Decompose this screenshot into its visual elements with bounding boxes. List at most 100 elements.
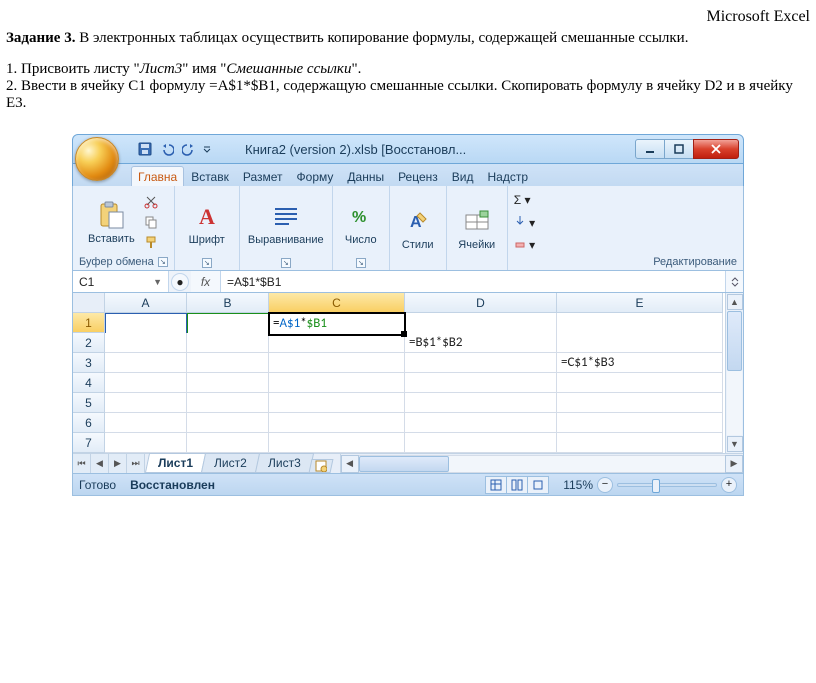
col-b[interactable]: B <box>187 293 269 313</box>
horizontal-scrollbar[interactable]: ◀ ▶ <box>340 454 743 473</box>
sheet-tab-2[interactable]: Лист2 <box>201 453 260 473</box>
copy-icon[interactable] <box>141 213 161 231</box>
cell-c4[interactable] <box>269 373 405 393</box>
qat-customize-icon[interactable] <box>201 139 213 159</box>
tab-review[interactable]: Реценз <box>391 166 445 186</box>
sheet-tab-3[interactable]: Лист3 <box>255 453 314 473</box>
col-c[interactable]: C <box>269 293 405 313</box>
cell-a6[interactable] <box>105 413 187 433</box>
hscroll-thumb[interactable] <box>359 456 449 472</box>
titlebar[interactable]: Книга2 (version 2).xlsb [Восстановл... <box>72 134 744 164</box>
cell-e4[interactable] <box>557 373 723 393</box>
tab-formulas[interactable]: Форму <box>290 166 341 186</box>
cell-a2[interactable] <box>105 333 187 353</box>
cell-d6[interactable] <box>405 413 557 433</box>
cell-c2[interactable] <box>269 333 405 353</box>
redo-icon[interactable] <box>179 139 199 159</box>
alignment-launcher[interactable]: ↘ <box>281 258 291 268</box>
cells-button[interactable]: Ячейки <box>453 205 501 251</box>
minimize-button[interactable] <box>635 139 665 159</box>
cell-d1[interactable] <box>405 313 557 335</box>
format-painter-icon[interactable] <box>141 233 161 251</box>
view-pagelayout-icon[interactable] <box>506 476 528 494</box>
namebox-fn-icon[interactable]: ● <box>171 273 189 291</box>
cell-e2[interactable] <box>557 333 723 353</box>
formula-input[interactable]: =A$1*$B1 <box>221 271 725 292</box>
tab-nav-prev-icon[interactable]: ◀ <box>91 454 109 473</box>
cell-b2[interactable] <box>187 333 269 353</box>
cell-b7[interactable] <box>187 433 269 453</box>
new-sheet-icon[interactable] <box>308 459 333 473</box>
styles-button[interactable]: A Стили <box>396 205 440 251</box>
col-d[interactable]: D <box>405 293 557 313</box>
tab-nav-first-icon[interactable]: ⏮ <box>73 454 91 473</box>
zoom-out-button[interactable]: − <box>597 477 613 493</box>
col-a[interactable]: A <box>105 293 187 313</box>
tab-nav-next-icon[interactable]: ▶ <box>109 454 127 473</box>
tab-data[interactable]: Данны <box>340 166 391 186</box>
cell-c6[interactable] <box>269 413 405 433</box>
zoom-slider[interactable] <box>617 483 717 487</box>
cell-b1[interactable] <box>187 313 269 335</box>
cell-a3[interactable] <box>105 353 187 373</box>
undo-icon[interactable] <box>157 139 177 159</box>
row-3[interactable]: 3 <box>73 353 105 373</box>
scroll-right-icon[interactable]: ▶ <box>725 455 743 473</box>
cell-a4[interactable] <box>105 373 187 393</box>
cell-b3[interactable] <box>187 353 269 373</box>
font-launcher[interactable]: ↘ <box>202 258 212 268</box>
alignment-button[interactable]: Выравнивание <box>246 200 326 246</box>
cell-d2[interactable]: =B$1*$B2 <box>405 333 557 353</box>
cell-e1[interactable] <box>557 313 723 335</box>
clear-icon[interactable]: ▾ <box>514 237 535 252</box>
row-4[interactable]: 4 <box>73 373 105 393</box>
view-pagebreak-icon[interactable] <box>527 476 549 494</box>
tab-nav-last-icon[interactable]: ⏭ <box>127 454 145 473</box>
tab-home[interactable]: Главна <box>131 166 184 186</box>
tab-insert[interactable]: Вставк <box>184 166 236 186</box>
font-button[interactable]: A Шрифт <box>181 200 233 246</box>
paste-button[interactable]: Вставить <box>85 199 137 245</box>
row-5[interactable]: 5 <box>73 393 105 413</box>
cell-e5[interactable] <box>557 393 723 413</box>
vscroll-thumb[interactable] <box>727 311 742 371</box>
cell-a1[interactable] <box>105 313 187 335</box>
cell-d4[interactable] <box>405 373 557 393</box>
fill-icon[interactable]: ▾ <box>514 215 535 230</box>
vertical-scrollbar[interactable]: ▲ ▼ <box>725 293 743 453</box>
name-box[interactable]: C1▼ <box>73 271 169 292</box>
number-button[interactable]: % Число <box>339 200 383 246</box>
number-launcher[interactable]: ↘ <box>356 258 366 268</box>
cell-b4[interactable] <box>187 373 269 393</box>
fx-button[interactable]: fx <box>191 271 221 292</box>
cell-d3[interactable] <box>405 353 557 373</box>
select-all-corner[interactable] <box>73 293 105 313</box>
view-normal-icon[interactable] <box>485 476 507 494</box>
col-e[interactable]: E <box>557 293 723 313</box>
scroll-left-icon[interactable]: ◀ <box>341 455 359 473</box>
cell-a7[interactable] <box>105 433 187 453</box>
scroll-up-icon[interactable]: ▲ <box>727 294 743 310</box>
cell-c7[interactable] <box>269 433 405 453</box>
cell-d7[interactable] <box>405 433 557 453</box>
tab-addins[interactable]: Надстр <box>481 166 536 186</box>
tab-pagelayout[interactable]: Размет <box>236 166 290 186</box>
cut-icon[interactable] <box>141 193 161 211</box>
cell-c3[interactable] <box>269 353 405 373</box>
row-6[interactable]: 6 <box>73 413 105 433</box>
row-1[interactable]: 1 <box>73 313 105 333</box>
maximize-button[interactable] <box>664 139 694 159</box>
cell-b6[interactable] <box>187 413 269 433</box>
sheet-tab-1[interactable]: Лист1 <box>145 453 206 473</box>
cell-e6[interactable] <box>557 413 723 433</box>
zoom-in-button[interactable]: + <box>721 477 737 493</box>
row-2[interactable]: 2 <box>73 333 105 353</box>
formula-expand-icon[interactable] <box>725 271 743 292</box>
cell-c1[interactable]: =A$1*$B1 <box>269 313 405 335</box>
cell-b5[interactable] <box>187 393 269 413</box>
office-button[interactable] <box>75 137 127 189</box>
save-icon[interactable] <box>135 139 155 159</box>
cell-c5[interactable] <box>269 393 405 413</box>
tab-view[interactable]: Вид <box>445 166 481 186</box>
cell-a5[interactable] <box>105 393 187 413</box>
